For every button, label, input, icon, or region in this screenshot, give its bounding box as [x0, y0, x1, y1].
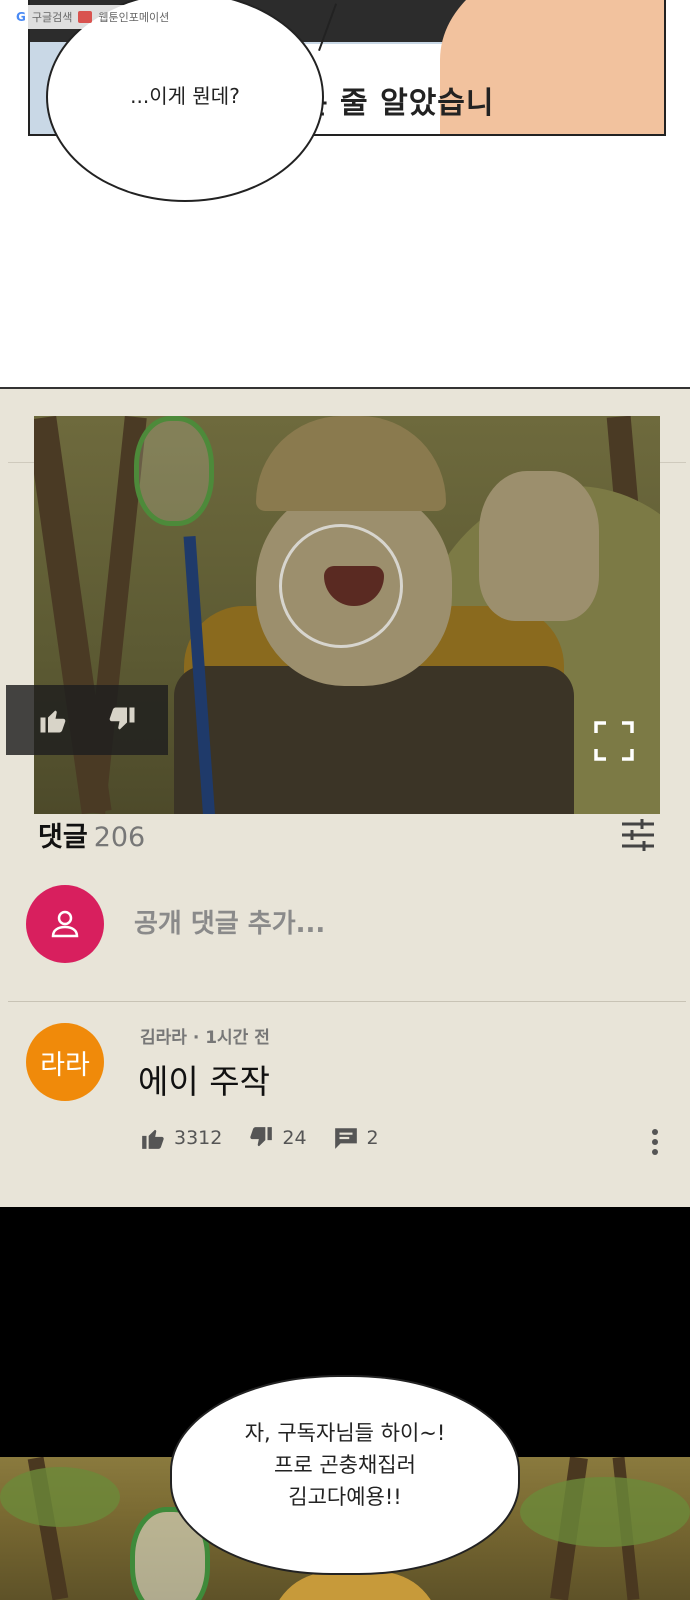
speech-line: 프로 곤충채집러 [274, 1453, 416, 1477]
section-top-border [0, 387, 690, 389]
speech-line: 김고다예용!! [288, 1485, 402, 1509]
site-label: 웹툰인포메이션 [98, 11, 170, 24]
comment-meta: 김라라 · 1시간 전 [140, 1028, 270, 1048]
comments-header: 댓글 206 [38, 815, 145, 855]
comic-panel-top: 는 줄 알았습니 ...이게 뭔데? G 구글검색 웹툰인포메이션 [0, 0, 690, 387]
dislike-button[interactable]: 24 [248, 1125, 307, 1151]
speech-bubble-text: ...이게 뭔데? [130, 84, 240, 108]
user-icon [51, 910, 79, 938]
add-comment-row [0, 885, 690, 969]
speech-line: 자, 구독자님들 하이~! [244, 1421, 446, 1445]
reply-count: 2 [366, 1127, 379, 1149]
my-avatar [26, 885, 104, 963]
character-hand [479, 471, 599, 621]
more-options-icon[interactable] [650, 1127, 660, 1157]
fullscreen-icon[interactable] [594, 721, 634, 761]
like-count: 3312 [174, 1127, 223, 1149]
reply-button[interactable]: 2 [333, 1125, 379, 1151]
comment-actions: 3312 24 2 [140, 1125, 405, 1151]
comment-section: 댓글 206 라라 김라라 · 1시간 전 에이 주작 3312 [0, 387, 690, 1207]
character-vest [174, 666, 574, 814]
reply-icon [334, 1128, 357, 1149]
source-badge[interactable]: G 구글검색 웹툰인포메이션 [6, 5, 180, 29]
comments-count: 206 [93, 822, 146, 853]
caption-text: 는 줄 알았습니 [300, 86, 495, 121]
comments-label: 댓글 [38, 822, 88, 853]
dislike-count: 24 [282, 1127, 307, 1149]
reaction-overlay [6, 685, 168, 755]
bug-net [134, 416, 214, 526]
like-button[interactable]: 3312 [140, 1125, 222, 1151]
thumbs-up-icon [142, 1129, 164, 1149]
thumbs-down-icon[interactable] [107, 705, 137, 735]
thumbs-up-icon[interactable] [38, 705, 68, 735]
play-ring-icon[interactable] [279, 524, 403, 648]
search-label: 구글검색 [31, 11, 73, 24]
sort-filter-icon[interactable] [620, 817, 656, 853]
comment-item: 라라 김라라 · 1시간 전 에이 주작 3312 24 2 [0, 1015, 690, 1185]
comic-panel-bottom: 자, 구독자님들 하이~! 프로 곤충채집러 김고다예용!! [0, 1207, 690, 1600]
add-comment-input[interactable] [134, 903, 634, 945]
foliage [0, 1467, 120, 1527]
comment-body: 에이 주작 [138, 1062, 270, 1101]
thumbs-down-icon [250, 1127, 273, 1147]
google-icon: G [16, 10, 26, 24]
webtoon-icon [78, 11, 93, 23]
commenter-avatar[interactable]: 라라 [26, 1023, 104, 1101]
speech-bubble-text: 자, 구독자님들 하이~! 프로 곤충채집러 김고다예용!! [170, 1417, 520, 1513]
foliage [520, 1477, 690, 1547]
comment-divider [8, 1001, 686, 1002]
